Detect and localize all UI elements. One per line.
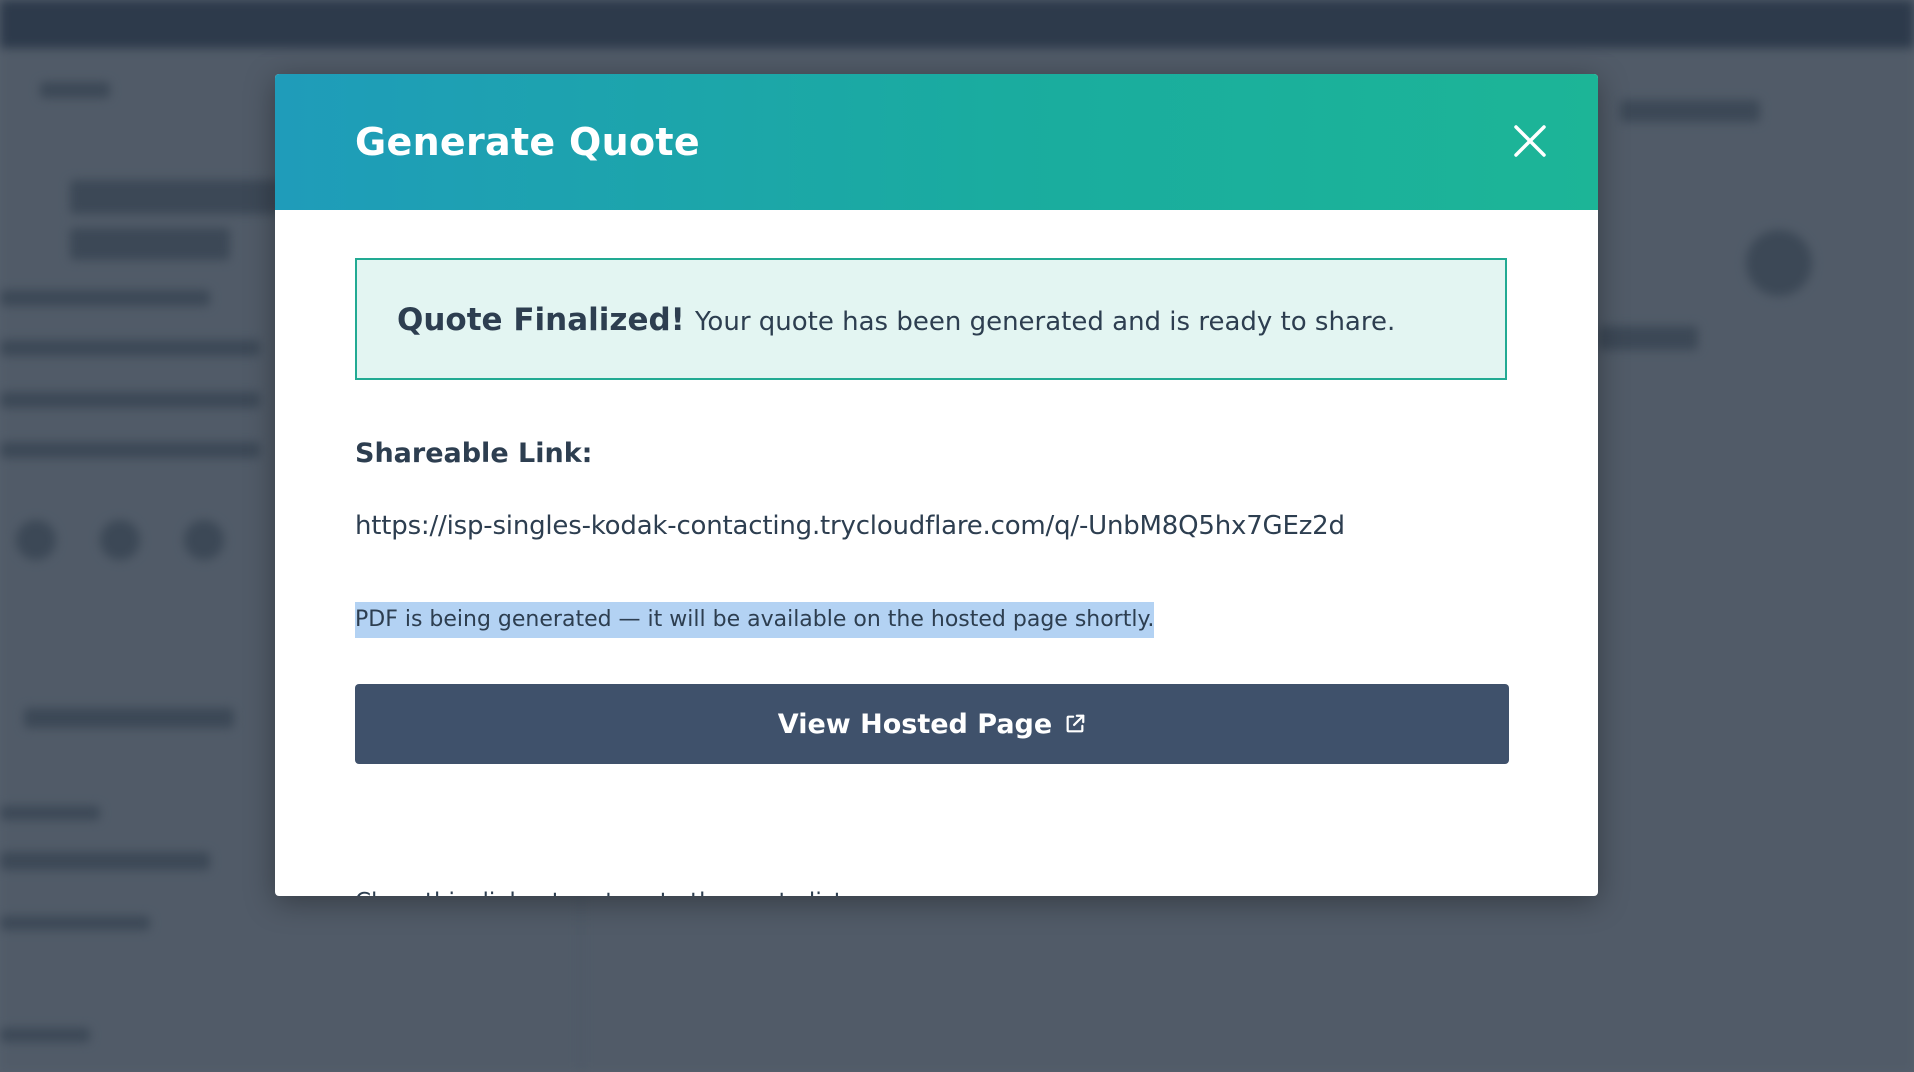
dialog-title: Generate Quote — [355, 120, 700, 164]
view-hosted-page-button[interactable]: View Hosted Page — [355, 684, 1509, 764]
shareable-link-url[interactable]: https://isp-singles-kodak-contacting.try… — [355, 508, 1345, 544]
shareable-link-label: Shareable Link: — [355, 438, 593, 469]
close-dialog-hint: Close this dialog to return to the quote… — [355, 886, 850, 896]
pdf-status-note: PDF is being generated — it will be avai… — [355, 602, 1155, 638]
success-alert: Quote Finalized! Your quote has been gen… — [355, 258, 1507, 380]
external-link-icon — [1066, 714, 1085, 733]
generate-quote-dialog: Generate Quote Quote Finalized! Your quo… — [275, 74, 1598, 896]
view-hosted-page-label: View Hosted Page — [777, 708, 1053, 740]
dialog-header: Generate Quote — [275, 74, 1598, 210]
close-icon — [1514, 125, 1546, 157]
close-button[interactable] — [1509, 120, 1551, 162]
success-alert-message: Your quote has been generated and is rea… — [695, 307, 1396, 337]
success-alert-title: Quote Finalized! — [397, 302, 685, 338]
